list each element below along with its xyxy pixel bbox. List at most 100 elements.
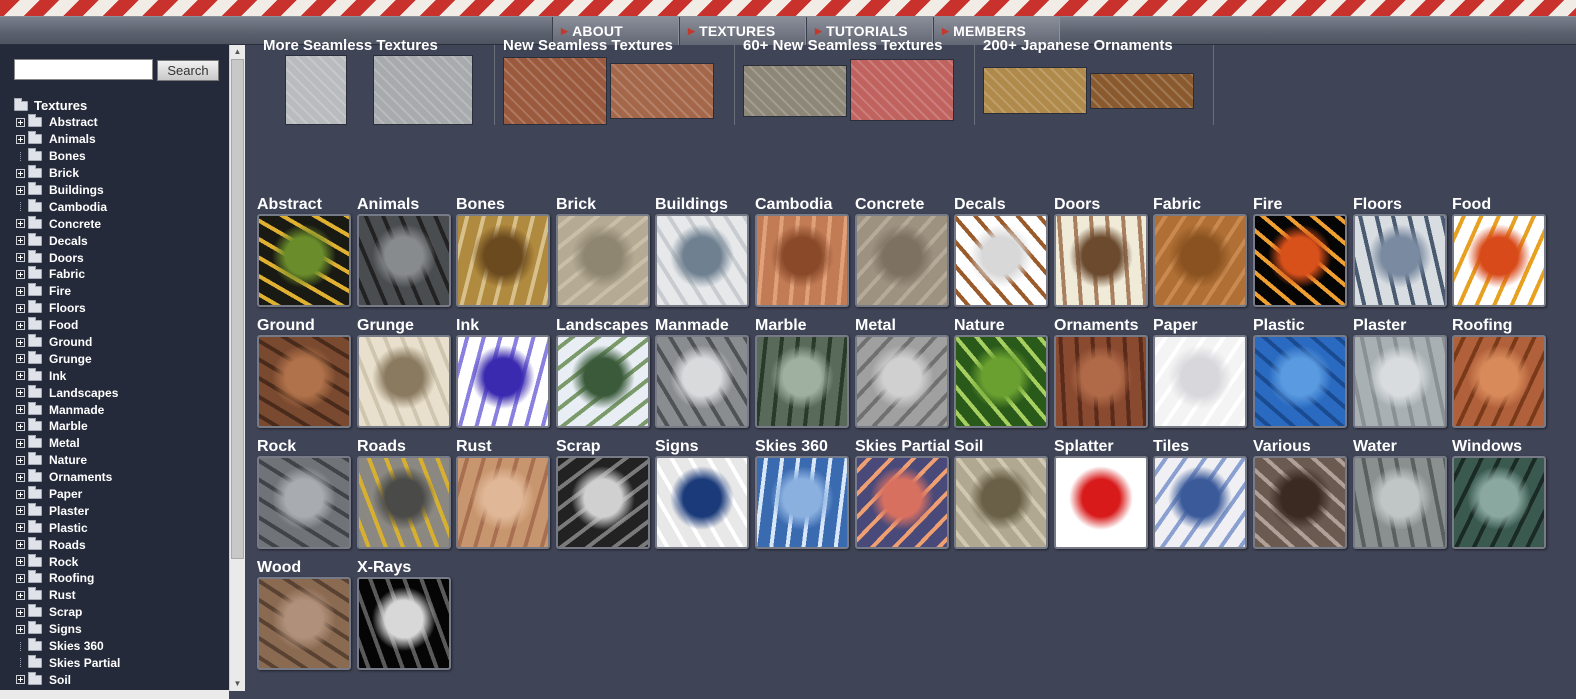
category-cell[interactable]: Signs	[655, 437, 750, 549]
tree-item[interactable]: Ornaments	[14, 469, 224, 486]
expand-plus-icon[interactable]	[16, 303, 25, 313]
expand-plus-icon[interactable]	[16, 523, 25, 533]
tree-item[interactable]: Rust	[14, 587, 224, 604]
expand-plus-icon[interactable]	[16, 557, 25, 567]
category-thumbnail[interactable]	[1054, 456, 1148, 549]
category-label[interactable]: X-Rays	[357, 558, 452, 577]
tree-item[interactable]: Nature	[14, 452, 224, 469]
expand-plus-icon[interactable]	[16, 269, 25, 279]
category-cell[interactable]: Marble	[755, 316, 850, 428]
category-label[interactable]: Buildings	[655, 195, 750, 214]
tree-item[interactable]: Marble	[14, 418, 224, 435]
category-cell[interactable]: Buildings	[655, 195, 750, 307]
tree-item[interactable]: Roofing	[14, 570, 224, 587]
category-cell[interactable]: Plastic	[1253, 316, 1348, 428]
category-thumbnail[interactable]	[1253, 456, 1347, 549]
tree-item[interactable]: Roads	[14, 536, 224, 553]
category-label[interactable]: Bones	[456, 195, 551, 214]
featured-thumbnail[interactable]	[1090, 73, 1194, 109]
category-thumbnail[interactable]	[556, 335, 650, 428]
category-thumbnail[interactable]	[755, 214, 849, 307]
tree-item[interactable]: Paper	[14, 486, 224, 503]
tree-item[interactable]: Rock	[14, 553, 224, 570]
category-cell[interactable]: Water	[1353, 437, 1448, 549]
category-label[interactable]: Various	[1253, 437, 1348, 456]
featured-thumbnail[interactable]	[373, 55, 473, 125]
expand-plus-icon[interactable]	[16, 590, 25, 600]
tree-item[interactable]: Landscapes	[14, 384, 224, 401]
category-thumbnail[interactable]	[1253, 214, 1347, 307]
search-input[interactable]	[14, 59, 153, 80]
category-thumbnail[interactable]	[855, 335, 949, 428]
category-cell[interactable]: Splatter	[1054, 437, 1149, 549]
category-label[interactable]: Concrete	[855, 195, 950, 214]
category-cell[interactable]: Roofing	[1452, 316, 1547, 428]
category-label[interactable]: Cambodia	[755, 195, 850, 214]
category-label[interactable]: Doors	[1054, 195, 1149, 214]
category-cell[interactable]: Plaster	[1353, 316, 1448, 428]
category-label[interactable]: Food	[1452, 195, 1547, 214]
tree-item[interactable]: Animals	[14, 131, 224, 148]
category-cell[interactable]: Fire	[1253, 195, 1348, 307]
tree-root-textures[interactable]: Textures	[14, 97, 224, 114]
category-label[interactable]: Splatter	[1054, 437, 1149, 456]
category-cell[interactable]: Abstract	[257, 195, 352, 307]
category-thumbnail[interactable]	[954, 335, 1048, 428]
category-label[interactable]: Skies Partial	[855, 437, 950, 456]
category-label[interactable]: Tiles	[1153, 437, 1248, 456]
expand-plus-icon[interactable]	[16, 455, 25, 465]
tree-item[interactable]: Buildings	[14, 182, 224, 199]
category-cell[interactable]: Metal	[855, 316, 950, 428]
category-label[interactable]: Skies 360	[755, 437, 850, 456]
expand-plus-icon[interactable]	[16, 675, 25, 685]
category-label[interactable]: Decals	[954, 195, 1049, 214]
featured-thumbnail[interactable]	[850, 59, 954, 121]
tree-item[interactable]: Manmade	[14, 401, 224, 418]
tree-item[interactable]: Decals	[14, 232, 224, 249]
category-label[interactable]: Rock	[257, 437, 352, 456]
expand-plus-icon[interactable]	[16, 405, 25, 415]
featured-title[interactable]: 60+ New Seamless Textures	[743, 37, 942, 54]
expand-plus-icon[interactable]	[16, 219, 25, 229]
category-thumbnail[interactable]	[456, 456, 550, 549]
featured-title[interactable]: 200+ Japanese Ornaments	[983, 37, 1173, 54]
category-cell[interactable]: Paper	[1153, 316, 1248, 428]
category-thumbnail[interactable]	[1452, 214, 1546, 307]
tree-item[interactable]: Metal	[14, 435, 224, 452]
expand-plus-icon[interactable]	[16, 624, 25, 634]
tree-item[interactable]: Ground	[14, 334, 224, 351]
category-thumbnail[interactable]	[1153, 456, 1247, 549]
category-thumbnail[interactable]	[257, 214, 351, 307]
expand-plus-icon[interactable]	[16, 388, 25, 398]
tree-item[interactable]: Bones	[14, 148, 224, 165]
category-cell[interactable]: Fabric	[1153, 195, 1248, 307]
category-label[interactable]: Landscapes	[556, 316, 651, 335]
category-label[interactable]: Roads	[357, 437, 452, 456]
featured-thumbnail[interactable]	[610, 63, 714, 119]
category-cell[interactable]: Soil	[954, 437, 1049, 549]
expand-plus-icon[interactable]	[16, 489, 25, 499]
category-cell[interactable]: Wood	[257, 558, 352, 670]
category-label[interactable]: Abstract	[257, 195, 352, 214]
category-cell[interactable]: Doors	[1054, 195, 1149, 307]
category-thumbnail[interactable]	[456, 335, 550, 428]
category-label[interactable]: Water	[1353, 437, 1448, 456]
tree-item[interactable]: Scrap	[14, 604, 224, 621]
featured-title[interactable]: New Seamless Textures	[503, 37, 673, 54]
category-thumbnail[interactable]	[954, 456, 1048, 549]
category-label[interactable]: Plastic	[1253, 316, 1348, 335]
category-label[interactable]: Rust	[456, 437, 551, 456]
category-label[interactable]: Animals	[357, 195, 452, 214]
tree-item[interactable]: Skies Partial	[14, 654, 224, 672]
expand-plus-icon[interactable]	[16, 320, 25, 330]
scroll-thumb[interactable]	[231, 59, 244, 559]
category-thumbnail[interactable]	[357, 335, 451, 428]
category-label[interactable]: Windows	[1452, 437, 1547, 456]
tree-item[interactable]: Ink	[14, 367, 224, 384]
tree-item[interactable]: Fabric	[14, 266, 224, 283]
category-cell[interactable]: Tiles	[1153, 437, 1248, 549]
category-cell[interactable]: Manmade	[655, 316, 750, 428]
category-thumbnail[interactable]	[1452, 456, 1546, 549]
featured-thumbnail[interactable]	[285, 55, 347, 125]
category-thumbnail[interactable]	[456, 214, 550, 307]
